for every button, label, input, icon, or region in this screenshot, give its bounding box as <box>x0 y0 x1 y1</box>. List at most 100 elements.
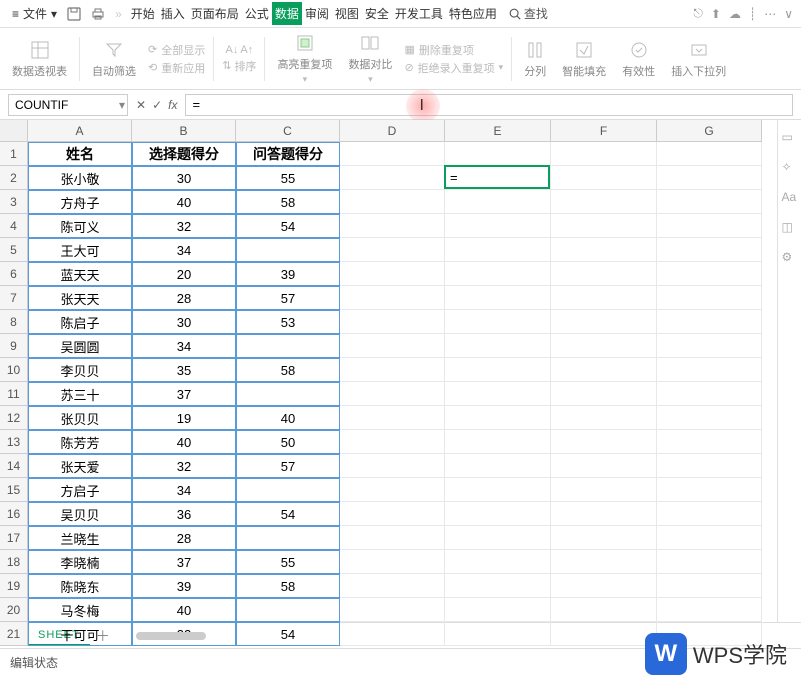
cell-B18[interactable]: 37 <box>132 550 236 574</box>
cell-A9[interactable]: 吴圆圆 <box>28 334 132 358</box>
cell-D5[interactable] <box>340 238 445 262</box>
sort-button[interactable]: ⇅ 排序 <box>222 58 256 74</box>
cell-A7[interactable]: 张天天 <box>28 286 132 310</box>
cell-D9[interactable] <box>340 334 445 358</box>
col-header-D[interactable]: D <box>340 120 445 142</box>
cell-C12[interactable]: 40 <box>236 406 340 430</box>
cell-B1[interactable]: 选择题得分 <box>132 142 236 166</box>
cell-G20[interactable] <box>657 598 762 622</box>
row-header-11[interactable]: 11 <box>0 382 28 406</box>
cell-C13[interactable]: 50 <box>236 430 340 454</box>
cell-C6[interactable]: 39 <box>236 262 340 286</box>
cell-D16[interactable] <box>340 502 445 526</box>
tab-审阅[interactable]: 审阅 <box>302 2 332 25</box>
cell-D17[interactable] <box>340 526 445 550</box>
cell-G13[interactable] <box>657 430 762 454</box>
cell-F3[interactable] <box>551 190 657 214</box>
col-header-F[interactable]: F <box>551 120 657 142</box>
cell-G4[interactable] <box>657 214 762 238</box>
cell-B9[interactable]: 34 <box>132 334 236 358</box>
sort-asc-icon[interactable]: A↓ <box>225 44 238 56</box>
cell-D19[interactable] <box>340 574 445 598</box>
cell-B7[interactable]: 28 <box>132 286 236 310</box>
cell-C9[interactable] <box>236 334 340 358</box>
cell-E20[interactable] <box>445 598 551 622</box>
cell-A16[interactable]: 吴贝贝 <box>28 502 132 526</box>
cell-D12[interactable] <box>340 406 445 430</box>
cell-F20[interactable] <box>551 598 657 622</box>
print-icon[interactable] <box>87 3 109 25</box>
confirm-formula-icon[interactable]: ✓ <box>152 98 162 112</box>
tab-数据[interactable]: 数据 <box>272 2 302 25</box>
delete-duplicates-button[interactable]: ▦ 删除重复项 <box>404 42 503 58</box>
cell-A2[interactable]: 张小敬 <box>28 166 132 190</box>
data-compare-button[interactable]: 数据对比▾ <box>344 32 396 85</box>
cell-D18[interactable] <box>340 550 445 574</box>
cell-grid[interactable]: 姓名选择题得分问答题得分张小敬3055方舟子4058陈可义3254王大可34蓝天… <box>28 142 762 646</box>
sort-desc-icon[interactable]: A↑ <box>240 44 253 56</box>
cell-D6[interactable] <box>340 262 445 286</box>
name-box[interactable]: COUNTIF ▾ <box>8 94 128 116</box>
cell-F18[interactable] <box>551 550 657 574</box>
tab-页面布局[interactable]: 页面布局 <box>188 2 242 25</box>
cell-B12[interactable]: 19 <box>132 406 236 430</box>
cell-C14[interactable]: 57 <box>236 454 340 478</box>
cell-C10[interactable]: 58 <box>236 358 340 382</box>
fx-icon[interactable]: fx <box>168 98 177 112</box>
cell-E17[interactable] <box>445 526 551 550</box>
upload-icon[interactable]: ⬆ <box>711 7 721 21</box>
cell-A20[interactable]: 马冬梅 <box>28 598 132 622</box>
cell-A5[interactable]: 王大可 <box>28 238 132 262</box>
row-header-7[interactable]: 7 <box>0 286 28 310</box>
pivot-table-button[interactable]: 数据透视表 <box>8 39 71 79</box>
cell-D15[interactable] <box>340 478 445 502</box>
cell-C1[interactable]: 问答题得分 <box>236 142 340 166</box>
cell-A3[interactable]: 方舟子 <box>28 190 132 214</box>
cell-D7[interactable] <box>340 286 445 310</box>
cell-E13[interactable] <box>445 430 551 454</box>
cell-D14[interactable] <box>340 454 445 478</box>
cell-G14[interactable] <box>657 454 762 478</box>
col-header-C[interactable]: C <box>236 120 340 142</box>
cell-B14[interactable]: 32 <box>132 454 236 478</box>
cell-F6[interactable] <box>551 262 657 286</box>
cell-A11[interactable]: 苏三十 <box>28 382 132 406</box>
autofilter-button[interactable]: 自动筛选 <box>88 39 140 79</box>
row-header-16[interactable]: 16 <box>0 502 28 526</box>
cell-B16[interactable]: 36 <box>132 502 236 526</box>
file-menu[interactable]: ≡ 文件 ▾ <box>8 3 61 24</box>
row-header-3[interactable]: 3 <box>0 190 28 214</box>
row-header-13[interactable]: 13 <box>0 430 28 454</box>
col-header-B[interactable]: B <box>132 120 236 142</box>
find-button[interactable]: 查找 <box>508 5 548 22</box>
tab-特色应用[interactable]: 特色应用 <box>446 2 500 25</box>
cell-C17[interactable] <box>236 526 340 550</box>
chevron-down-icon[interactable]: ▾ <box>119 98 125 112</box>
cell-D4[interactable] <box>340 214 445 238</box>
row-header-12[interactable]: 12 <box>0 406 28 430</box>
cell-E14[interactable] <box>445 454 551 478</box>
cell-F12[interactable] <box>551 406 657 430</box>
cell-B4[interactable]: 32 <box>132 214 236 238</box>
col-header-A[interactable]: A <box>28 120 132 142</box>
cell-G12[interactable] <box>657 406 762 430</box>
cell-E7[interactable] <box>445 286 551 310</box>
cell-D13[interactable] <box>340 430 445 454</box>
cell-C18[interactable]: 55 <box>236 550 340 574</box>
row-header-8[interactable]: 8 <box>0 310 28 334</box>
cell-E12[interactable] <box>445 406 551 430</box>
row-header-9[interactable]: 9 <box>0 334 28 358</box>
row-header-21[interactable]: 21 <box>0 622 28 646</box>
cell-D1[interactable] <box>340 142 445 166</box>
cell-F1[interactable] <box>551 142 657 166</box>
cell-C2[interactable]: 55 <box>236 166 340 190</box>
cell-F17[interactable] <box>551 526 657 550</box>
cell-C19[interactable]: 58 <box>236 574 340 598</box>
cell-C7[interactable]: 57 <box>236 286 340 310</box>
cell-E10[interactable] <box>445 358 551 382</box>
row-header-20[interactable]: 20 <box>0 598 28 622</box>
cell-G16[interactable] <box>657 502 762 526</box>
cell-F11[interactable] <box>551 382 657 406</box>
side-sparkle-icon[interactable]: ✧ <box>782 160 798 176</box>
cell-E5[interactable] <box>445 238 551 262</box>
